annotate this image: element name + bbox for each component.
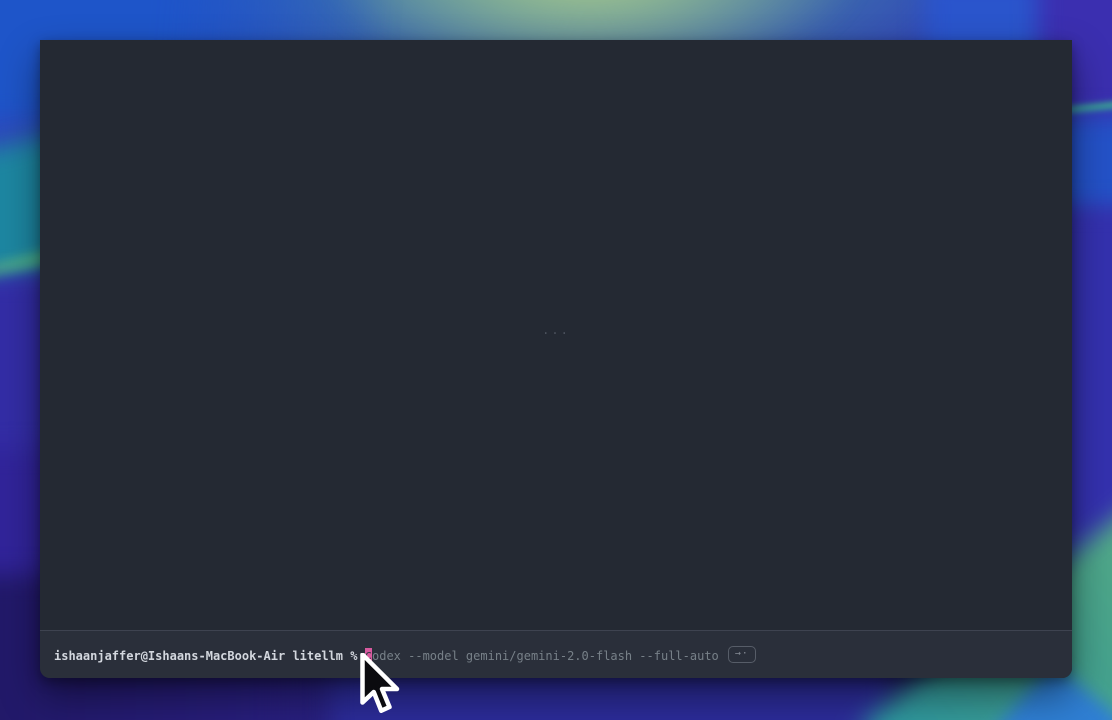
prompt-user-host: ishaanjaffer@Ishaans-MacBook-Air	[54, 649, 285, 663]
terminal-divider	[40, 630, 1072, 631]
mouse-cursor	[358, 653, 400, 713]
prompt-directory: litellm	[292, 649, 343, 663]
terminal-window[interactable]: ... ishaanjaffer@Ishaans-MacBook-Air lite…	[40, 40, 1072, 678]
desktop: ... ishaanjaffer@Ishaans-MacBook-Air lite…	[0, 0, 1112, 720]
loading-ellipsis: ...	[542, 323, 570, 337]
terminal-prompt-line[interactable]: ishaanjaffer@Ishaans-MacBook-Air litellm%…	[54, 646, 756, 662]
terminal-output-area: ...	[40, 40, 1072, 631]
prompt-symbol: %	[350, 649, 357, 663]
accept-suggestion-hint: →·	[728, 646, 756, 663]
autosuggestion-text: odex --model gemini/gemini-2.0-flash --f…	[372, 649, 719, 663]
accept-suggestion-hint-label: →·	[735, 648, 749, 659]
